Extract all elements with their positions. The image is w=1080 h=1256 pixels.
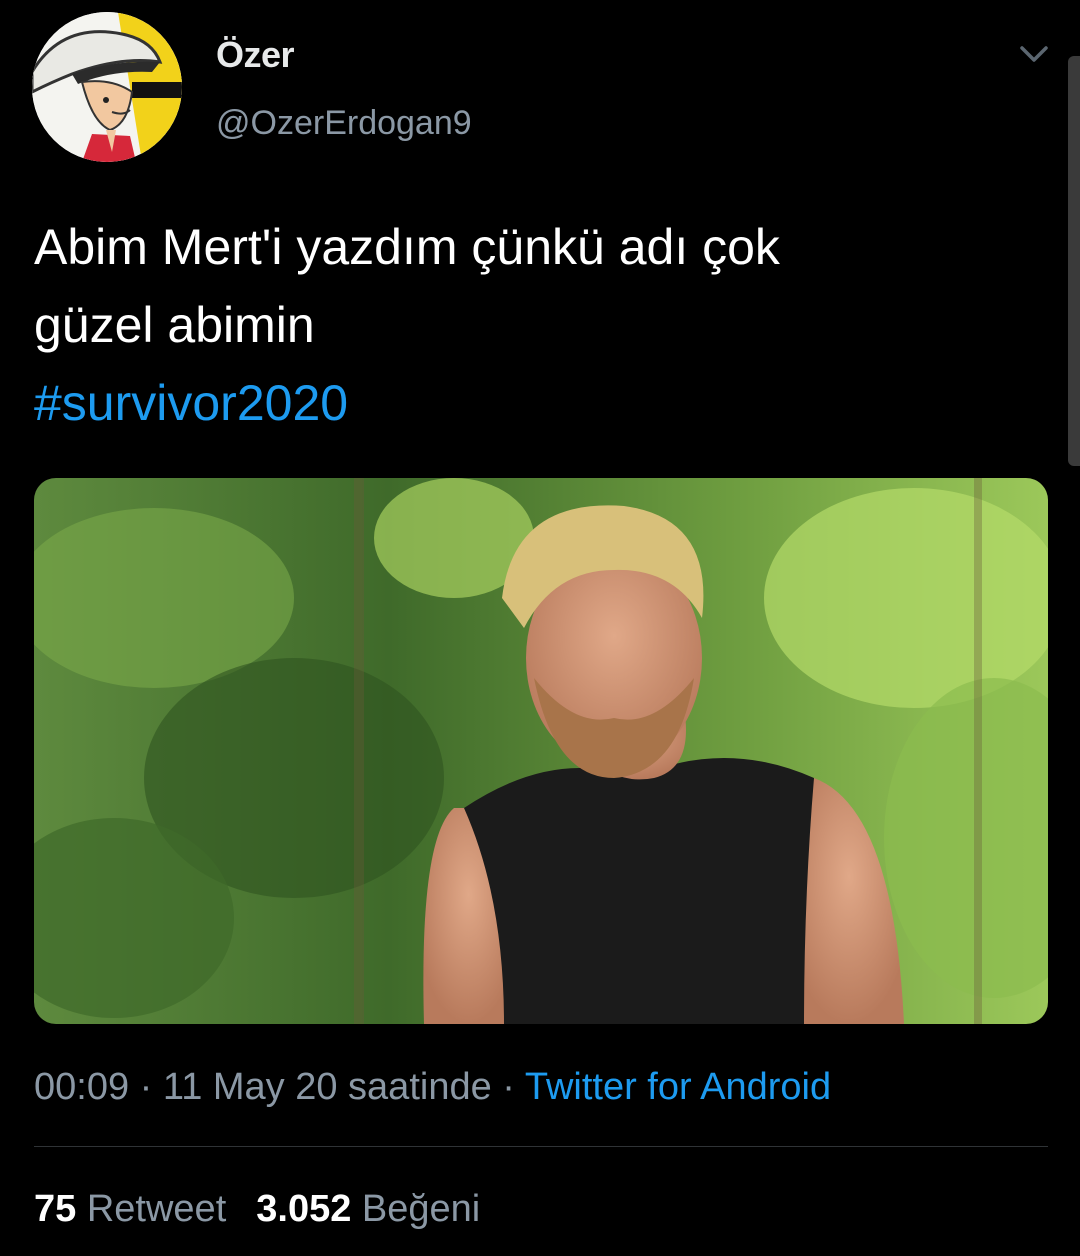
scrollbar[interactable] xyxy=(1068,56,1080,466)
display-name[interactable]: Özer xyxy=(216,34,295,76)
tweet-stats: 75 Retweet 3.052 Beğeni xyxy=(34,1188,480,1231)
cartoon-cowboy-avatar-image xyxy=(32,12,182,162)
tweet-text-line-1: Abim Mert'i yazdım çünkü adı çok xyxy=(34,219,780,275)
meta-separator: · xyxy=(129,1066,163,1108)
tweet-photo[interactable] xyxy=(34,478,1048,1024)
tweet-text: Abim Mert'i yazdım çünkü adı çok güzel a… xyxy=(34,208,1034,442)
tweet-source-link[interactable]: Twitter for Android xyxy=(525,1066,831,1108)
tweet-text-line-2: güzel abimin xyxy=(34,297,315,353)
chevron-down-icon[interactable] xyxy=(1016,38,1052,68)
like-label: Beğeni xyxy=(361,1188,481,1230)
retweet-stat[interactable]: 75 Retweet xyxy=(34,1188,226,1230)
retweet-count: 75 xyxy=(34,1188,77,1230)
like-stat[interactable]: 3.052 Beğeni xyxy=(256,1188,480,1230)
divider xyxy=(34,1146,1048,1147)
tweet-meta: 00:09 · 11 May 20 saatinde · Twitter for… xyxy=(34,1066,831,1109)
user-handle[interactable]: @OzerErdogan9 xyxy=(216,104,472,143)
hashtag-link[interactable]: #survivor2020 xyxy=(34,364,1034,442)
retweet-label: Retweet xyxy=(86,1188,227,1230)
tweet-time: 00:09 xyxy=(34,1066,130,1108)
avatar[interactable] xyxy=(32,12,182,162)
meta-separator: · xyxy=(491,1066,525,1108)
tweet-date: 11 May 20 saatinde xyxy=(162,1066,492,1108)
like-count: 3.052 xyxy=(256,1188,352,1230)
